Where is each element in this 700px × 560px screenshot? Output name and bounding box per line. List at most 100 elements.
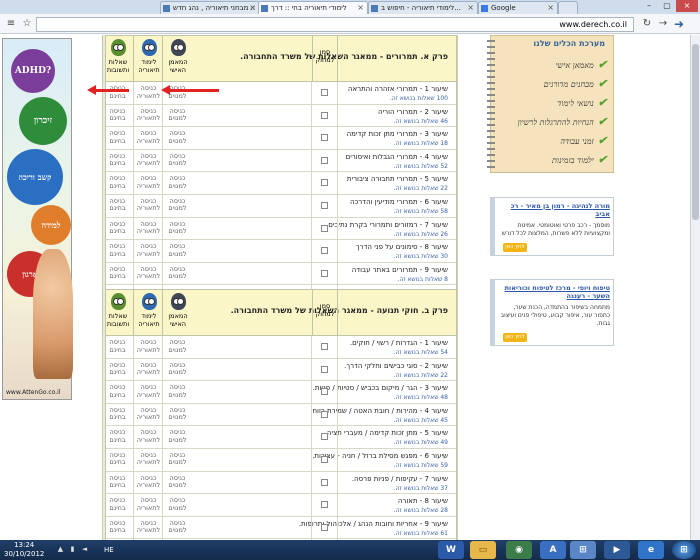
delete-checkbox[interactable] [321,410,328,418]
media-app-icon[interactable]: ▶ [604,541,630,559]
page-scrollbar[interactable] [690,35,700,540]
lesson-title[interactable]: שיעור 8 - סימונים על פני הדרך 30 שאלות בנ… [338,243,448,261]
delete-checkbox[interactable] [321,269,328,277]
click-here-button[interactable]: לחץ כאן [503,243,527,252]
lesson-title[interactable]: שיעור 5 - תמרורי תחבורה ציבורית 22 שאלות … [338,175,448,193]
lesson-title[interactable]: שיעור 6 - תמרורי מודיעין והדרכה 58 שאלות … [338,198,448,216]
theory-link[interactable]: כניסה לתאוריה [133,152,164,168]
delete-checkbox[interactable] [321,523,328,531]
personal-trainer-link[interactable]: כניסה למנוים [162,175,193,190]
word-app-icon[interactable]: W [438,541,464,559]
personal-trainer-link[interactable]: כניסה למנוים [162,429,193,444]
free-questions-link[interactable]: כניסה בחינם [102,474,133,490]
tab-search[interactable]: לימודי תיאוריה - חיפוש ב... × [368,1,478,14]
personal-trainer-link[interactable]: כניסה למנוים [162,474,193,490]
volume-icon[interactable]: ◄ [80,545,89,554]
lesson-title[interactable]: שיעור 7 - עקיפות / פניות פרסה. 37 שאלות ב… [338,475,448,493]
close-window-icon[interactable]: × [676,0,698,12]
theory-link[interactable]: כניסה לתאוריה [133,175,164,190]
theory-link[interactable]: כניסה לתאוריה [133,265,164,281]
delete-checkbox[interactable] [321,224,328,232]
beauty-salon-ad[interactable]: טיפוח ויופי - מרכז לטיפוח וכוריאות השער … [490,279,614,346]
new-tab-button[interactable] [558,1,578,14]
delete-checkbox[interactable] [321,388,328,396]
show-hidden-icons[interactable]: ▲ [56,545,65,554]
star-icon[interactable]: ☆ [20,17,34,31]
theory-link[interactable]: כניסה לתאוריה [133,361,164,377]
theory-link[interactable]: כניסה לתאוריה [133,242,164,258]
theory-link[interactable]: כניסה לתאוריה [133,474,164,490]
personal-trainer-link[interactable]: כניסה למנוים [162,152,193,168]
back-icon[interactable]: ➜ [672,17,686,31]
maximize-icon[interactable]: ▢ [658,0,676,12]
lesson-title[interactable]: שיעור 1 - הגדרות / רשוי / חוקים. 54 שאלות… [338,339,448,357]
scrollbar-thumb[interactable] [692,44,699,220]
theory-link[interactable]: כניסה לתאוריה [133,107,164,123]
settings-icon[interactable]: ≡ [4,17,18,31]
lesson-title[interactable]: שיעור 4 - מהירות / חובת האטה / שמירת רוו… [310,407,448,425]
free-questions-link[interactable]: כניסה בחינם [102,175,133,190]
lesson-title[interactable]: שיעור 9 - תמרורים באתר עבודה 8 שאלות בנוש… [338,266,448,284]
click-here-button[interactable]: לחץ כאן [503,333,527,342]
theory-link[interactable]: כניסה לתאוריה [133,451,164,467]
lesson-title[interactable]: שיעור 1 - תמרורי אזהרה והתראה 100 שאלות ב… [338,85,448,103]
delete-checkbox[interactable] [321,455,328,463]
theory-link[interactable]: כניסה לתאוריה [133,429,164,444]
personal-trainer-link[interactable]: כניסה למנוים [162,338,193,354]
close-icon[interactable]: × [547,2,554,14]
delete-checkbox[interactable] [321,365,328,373]
lesson-title[interactable]: שיעור 5 - מתן זכות קדימה / מעברי חציה. 49… [325,429,448,447]
theory-link[interactable]: כניסה לתאוריה [133,338,164,354]
free-questions-link[interactable]: כניסה בחינם [102,496,133,512]
delete-checkbox[interactable] [321,343,328,350]
delete-checkbox[interactable] [321,179,328,187]
delete-checkbox[interactable] [321,111,328,119]
free-questions-link[interactable]: כניסה בחינם [102,220,133,236]
ie-app-icon[interactable]: e [638,541,664,559]
free-questions-link[interactable]: כניסה בחינם [102,451,133,467]
theory-link[interactable]: כניסה לתאוריה [133,84,164,100]
address-bar[interactable]: www.derech.co.il [36,17,634,32]
lesson-title[interactable]: שיעור 8 - תאורה 28 שאלות בנושא זה. [338,497,448,515]
theory-link[interactable]: כניסה לתאוריה [133,197,164,213]
tab-4[interactable]: מבחני תיאוריה , נהג חדש :: × [160,1,260,14]
delete-checkbox[interactable] [321,247,328,255]
free-questions-link[interactable]: כניסה בחינם [102,361,133,377]
language-indicator[interactable]: HE [104,546,114,554]
free-questions-link[interactable]: כניסה בחינם [102,265,133,281]
personal-trainer-link[interactable]: כניסה למנוים [162,242,193,258]
free-questions-link[interactable]: כניסה בחינם [102,242,133,258]
personal-trainer-link[interactable]: כניסה למנוים [162,519,193,535]
personal-trainer-link[interactable]: כניסה למנוים [162,383,193,399]
lesson-title[interactable]: שיעור 3 - תמרורי מתן זכות קדימה 18 שאלות … [338,130,448,148]
delete-checkbox[interactable] [321,201,328,209]
ad-title-link[interactable]: טיפוח ויופי - מרכז לטיפוח וכוריאות השער … [495,280,613,302]
system-clock[interactable]: 13:24 30/10/2012 [4,541,44,559]
theory-link[interactable]: כניסה לתאוריה [133,519,164,535]
lesson-title[interactable]: שיעור 7 - רמזורים ותמרורי בקרת נתיבים 26 … [328,221,448,239]
personal-trainer-link[interactable]: כניסה למנוים [162,361,193,377]
free-questions-link[interactable]: כניסה בחינם [102,519,133,535]
delete-checkbox[interactable] [321,433,328,441]
lesson-title[interactable]: שיעור 6 - מפגש מסילת ברזל / חניה - עצירו… [312,452,448,470]
free-questions-link[interactable]: כניסה בחינם [102,107,133,123]
app-icon-network[interactable]: ⊞ [570,541,596,559]
lesson-title[interactable]: שיעור 2 - תמרורי הוריה 46 שאלות בנושא זה. [338,108,448,126]
start-button[interactable]: ⊞ [672,541,696,559]
personal-trainer-link[interactable]: כניסה למנוים [162,107,193,123]
chrome-app-icon[interactable]: ◉ [506,541,532,559]
attengo-ad-banner[interactable]: ADHD? זיכרון קשב וריכוז למידה ארגון www.… [2,38,73,400]
free-questions-link[interactable]: כניסה בחינם [102,383,133,399]
reload-icon[interactable]: ↻ [640,17,654,31]
theory-link[interactable]: כניסה לתאוריה [133,220,164,236]
free-questions-link[interactable]: כניסה בחינם [102,406,133,422]
personal-trainer-link[interactable]: כניסה למנוים [162,265,193,281]
delete-checkbox[interactable] [321,501,328,509]
lesson-title[interactable]: שיעור 3 - הגר / מיקום בכביש / סטיות / פנ… [313,384,448,402]
free-questions-link[interactable]: כניסה בחינם [102,197,133,213]
free-questions-link[interactable]: כניסה בחינם [102,338,133,354]
personal-trainer-link[interactable]: כניסה למנוים [162,496,193,512]
close-icon[interactable]: × [357,2,364,14]
lesson-title[interactable]: שיעור 9 - אחריות וחובות הנהג / אלכוהול ו… [299,520,448,538]
lesson-title[interactable]: שיעור 4 - תמרורי הגבלות ואיסורים 52 שאלות… [338,153,448,171]
